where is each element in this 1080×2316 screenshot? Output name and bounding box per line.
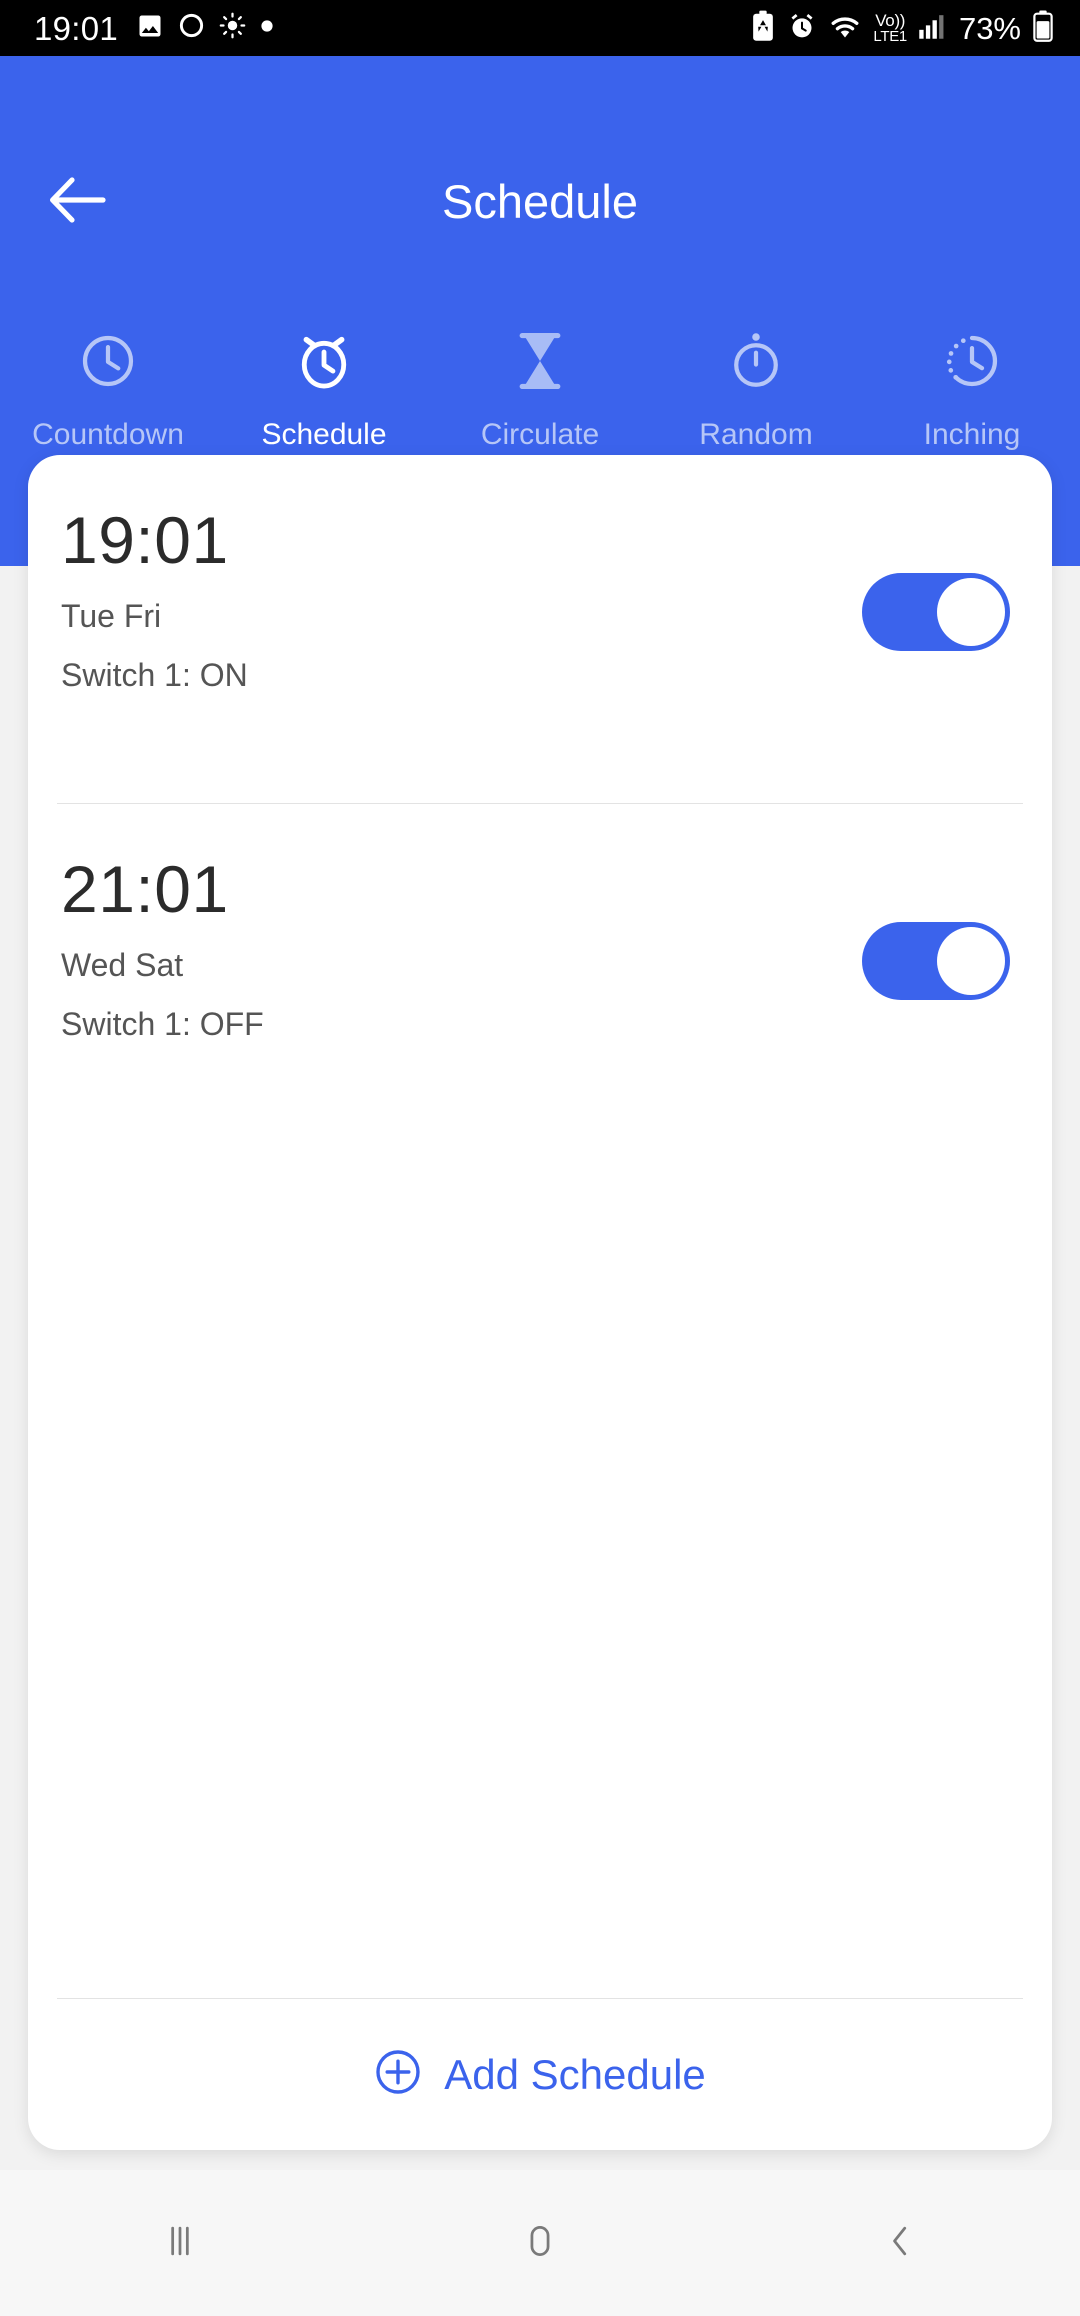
- volte-top-label: Vo)): [875, 11, 906, 30]
- wifi-icon: [828, 12, 862, 45]
- recents-icon: [158, 2219, 202, 2268]
- schedule-list: 19:01 Tue Fri Switch 1: ON 21:01 Wed Sat…: [28, 455, 1052, 1998]
- dashed-clock-icon: [943, 328, 1001, 394]
- recents-button[interactable]: [0, 2170, 360, 2316]
- status-bar-clock: 19:01: [34, 9, 119, 47]
- schedule-item[interactable]: 19:01 Tue Fri Switch 1: ON: [28, 455, 1052, 803]
- schedule-time: 19:01: [61, 503, 229, 577]
- tab-random-label: Random: [699, 418, 813, 451]
- tab-schedule-label: Schedule: [261, 418, 387, 451]
- photo-icon: [136, 12, 164, 45]
- home-button[interactable]: [360, 2170, 720, 2316]
- status-bar-right: Vo)) LTE1 73%: [750, 9, 1054, 47]
- signal-icon: [918, 12, 946, 45]
- battery-percent-label: 73%: [958, 10, 1021, 46]
- battery-saver-icon: [750, 10, 776, 47]
- dot-icon: [260, 19, 274, 38]
- page-title: Schedule: [442, 175, 638, 228]
- circle-icon: [178, 12, 205, 44]
- tab-inching-label: Inching: [923, 418, 1021, 451]
- schedule-toggle[interactable]: [862, 573, 1010, 651]
- phone-screen: 19:01 Vo)) LTE1 73% Schedule Countdown S…: [0, 0, 1080, 2316]
- schedule-card: 19:01 Tue Fri Switch 1: ON 21:01 Wed Sat…: [28, 455, 1052, 2150]
- mode-tabs: Countdown Schedule Circulate Random Inch…: [0, 316, 1080, 466]
- home-icon: [518, 2219, 562, 2268]
- back-nav-button[interactable]: [720, 2170, 1080, 2316]
- battery-icon: [1032, 9, 1054, 47]
- alarm-clock-icon: [293, 328, 355, 394]
- status-bar-left: 19:01: [34, 12, 274, 45]
- schedule-item[interactable]: 21:01 Wed Sat Switch 1: OFF: [28, 804, 1052, 1152]
- add-schedule-label: Add Schedule: [444, 2050, 706, 2098]
- brightness-icon: [219, 12, 246, 44]
- toggle-knob: [937, 927, 1005, 995]
- status-bar: 19:01 Vo)) LTE1 73%: [0, 0, 1080, 56]
- schedule-time: 21:01: [61, 852, 229, 926]
- tab-random[interactable]: Random: [648, 316, 864, 466]
- toggle-knob: [937, 578, 1005, 646]
- tab-circulate[interactable]: Circulate: [432, 316, 648, 466]
- alarm-icon: [787, 11, 817, 46]
- back-chevron-icon: [878, 2219, 922, 2268]
- tab-countdown-label: Countdown: [32, 418, 184, 451]
- tab-circulate-label: Circulate: [480, 418, 600, 451]
- schedule-toggle[interactable]: [862, 922, 1010, 1000]
- hourglass-icon: [513, 328, 567, 394]
- volte-bottom-label: LTE1: [873, 28, 907, 45]
- volte-icon: Vo)) LTE1: [873, 12, 907, 44]
- schedule-action: Switch 1: ON: [61, 657, 248, 693]
- clock-icon: [79, 328, 137, 394]
- schedule-action: Switch 1: OFF: [61, 1006, 264, 1042]
- tab-countdown[interactable]: Countdown: [0, 316, 216, 466]
- add-schedule-button[interactable]: Add Schedule: [57, 1998, 1023, 2150]
- stopwatch-icon: [728, 328, 784, 394]
- tab-schedule[interactable]: Schedule: [216, 316, 432, 466]
- plus-circle-icon: [374, 2048, 422, 2101]
- android-nav-bar: [0, 2170, 1080, 2316]
- tab-inching[interactable]: Inching: [864, 316, 1080, 466]
